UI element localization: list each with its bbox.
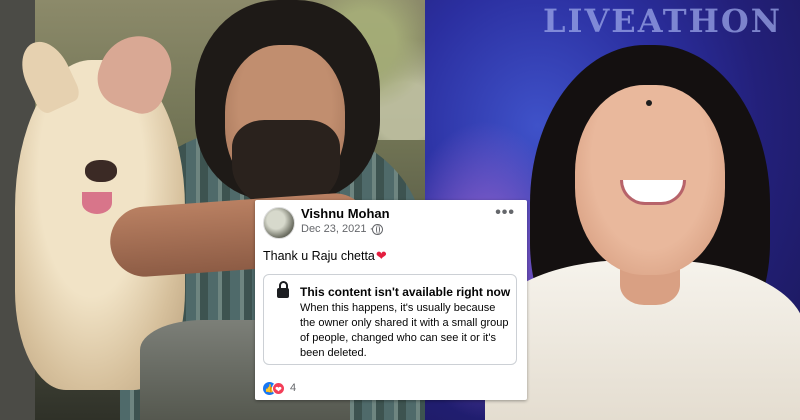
notice-title: This content isn't available right now [300,285,511,299]
content-unavailable-notice: This content isn't available right now W… [263,274,517,365]
globe-icon [372,224,383,235]
dog-nose [85,160,117,182]
post-message: Thank u Raju chetta❤ [263,248,387,264]
notice-body: When this happens, it's usually because … [300,302,509,359]
avatar[interactable] [263,207,295,239]
reaction-count[interactable]: 4 [290,382,296,394]
woman-bindi [646,100,652,106]
love-icon: ❤ [272,382,285,395]
post-date[interactable]: Dec 23, 2021 · [301,223,373,235]
facebook-post-card: Vishnu Mohan Dec 23, 2021 · ••• Thank u … [255,200,527,400]
heart-icon: ❤ [375,248,387,263]
more-icon[interactable]: ••• [495,204,515,222]
dog-tongue [82,192,112,214]
stage-backdrop-text: LIVEATHON [543,2,782,40]
post-message-text: Thank u Raju chetta [263,249,375,263]
post-author-name[interactable]: Vishnu Mohan [301,206,390,221]
lock-icon [277,281,289,298]
